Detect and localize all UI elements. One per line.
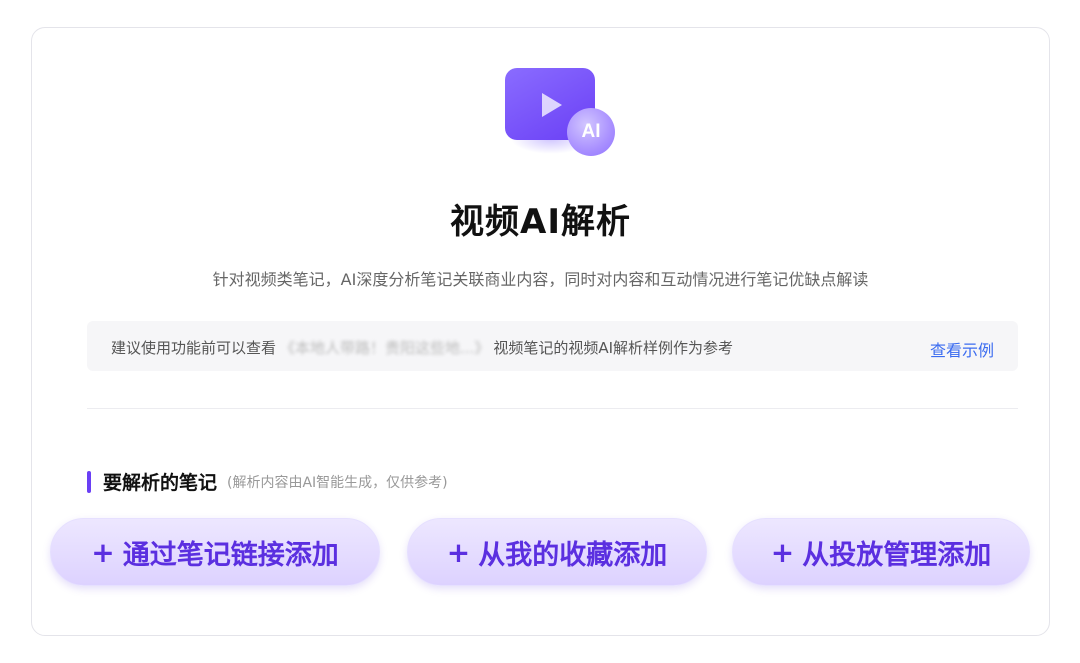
- ai-badge-icon: AI: [567, 108, 615, 156]
- section-header: 要解析的笔记 (解析内容由AI智能生成，仅供参考): [87, 468, 448, 495]
- notice-text: 建议使用功能前可以查看 《本地人带路！贵阳这些地...》 视频笔记的视频AI解析…: [111, 337, 733, 358]
- button-label: 通过笔记链接添加: [122, 539, 339, 571]
- page-title: 视频AI解析: [450, 202, 631, 242]
- button-label: 从投放管理添加: [802, 539, 992, 571]
- example-notice: 建议使用功能前可以查看 《本地人带路！贵阳这些地...》 视频笔记的视频AI解析…: [87, 321, 1018, 371]
- video-ai-icon: AI: [505, 68, 615, 156]
- add-by-note-link-button[interactable]: + 通过笔记链接添加: [50, 518, 380, 586]
- play-icon: [542, 93, 562, 117]
- section-accent-bar: [87, 470, 91, 493]
- notice-prefix: 建议使用功能前可以查看: [111, 339, 277, 357]
- plus-icon: +: [770, 535, 795, 569]
- plus-icon: +: [446, 535, 471, 569]
- add-from-ad-management-button[interactable]: + 从投放管理添加: [732, 518, 1030, 586]
- add-from-favorites-button[interactable]: + 从我的收藏添加: [407, 518, 707, 586]
- video-ai-analysis-card: AI 视频AI解析 针对视频类笔记，AI深度分析笔记关联商业内容，同时对内容和互…: [31, 27, 1050, 636]
- button-label: 从我的收藏添加: [478, 539, 668, 571]
- notice-suffix: 视频笔记的视频AI解析样例作为参考: [493, 339, 734, 357]
- plus-icon: +: [91, 535, 115, 569]
- example-note-name: 《本地人带路！贵阳这些地...》: [280, 339, 490, 357]
- section-title: 要解析的笔记: [103, 472, 218, 494]
- section-note: (解析内容由AI智能生成，仅供参考): [227, 474, 448, 491]
- view-example-link[interactable]: 查看示例: [930, 337, 994, 361]
- divider: [87, 408, 1018, 409]
- page-subtitle: 针对视频类笔记，AI深度分析笔记关联商业内容，同时对内容和互动情况进行笔记优缺点…: [212, 270, 869, 289]
